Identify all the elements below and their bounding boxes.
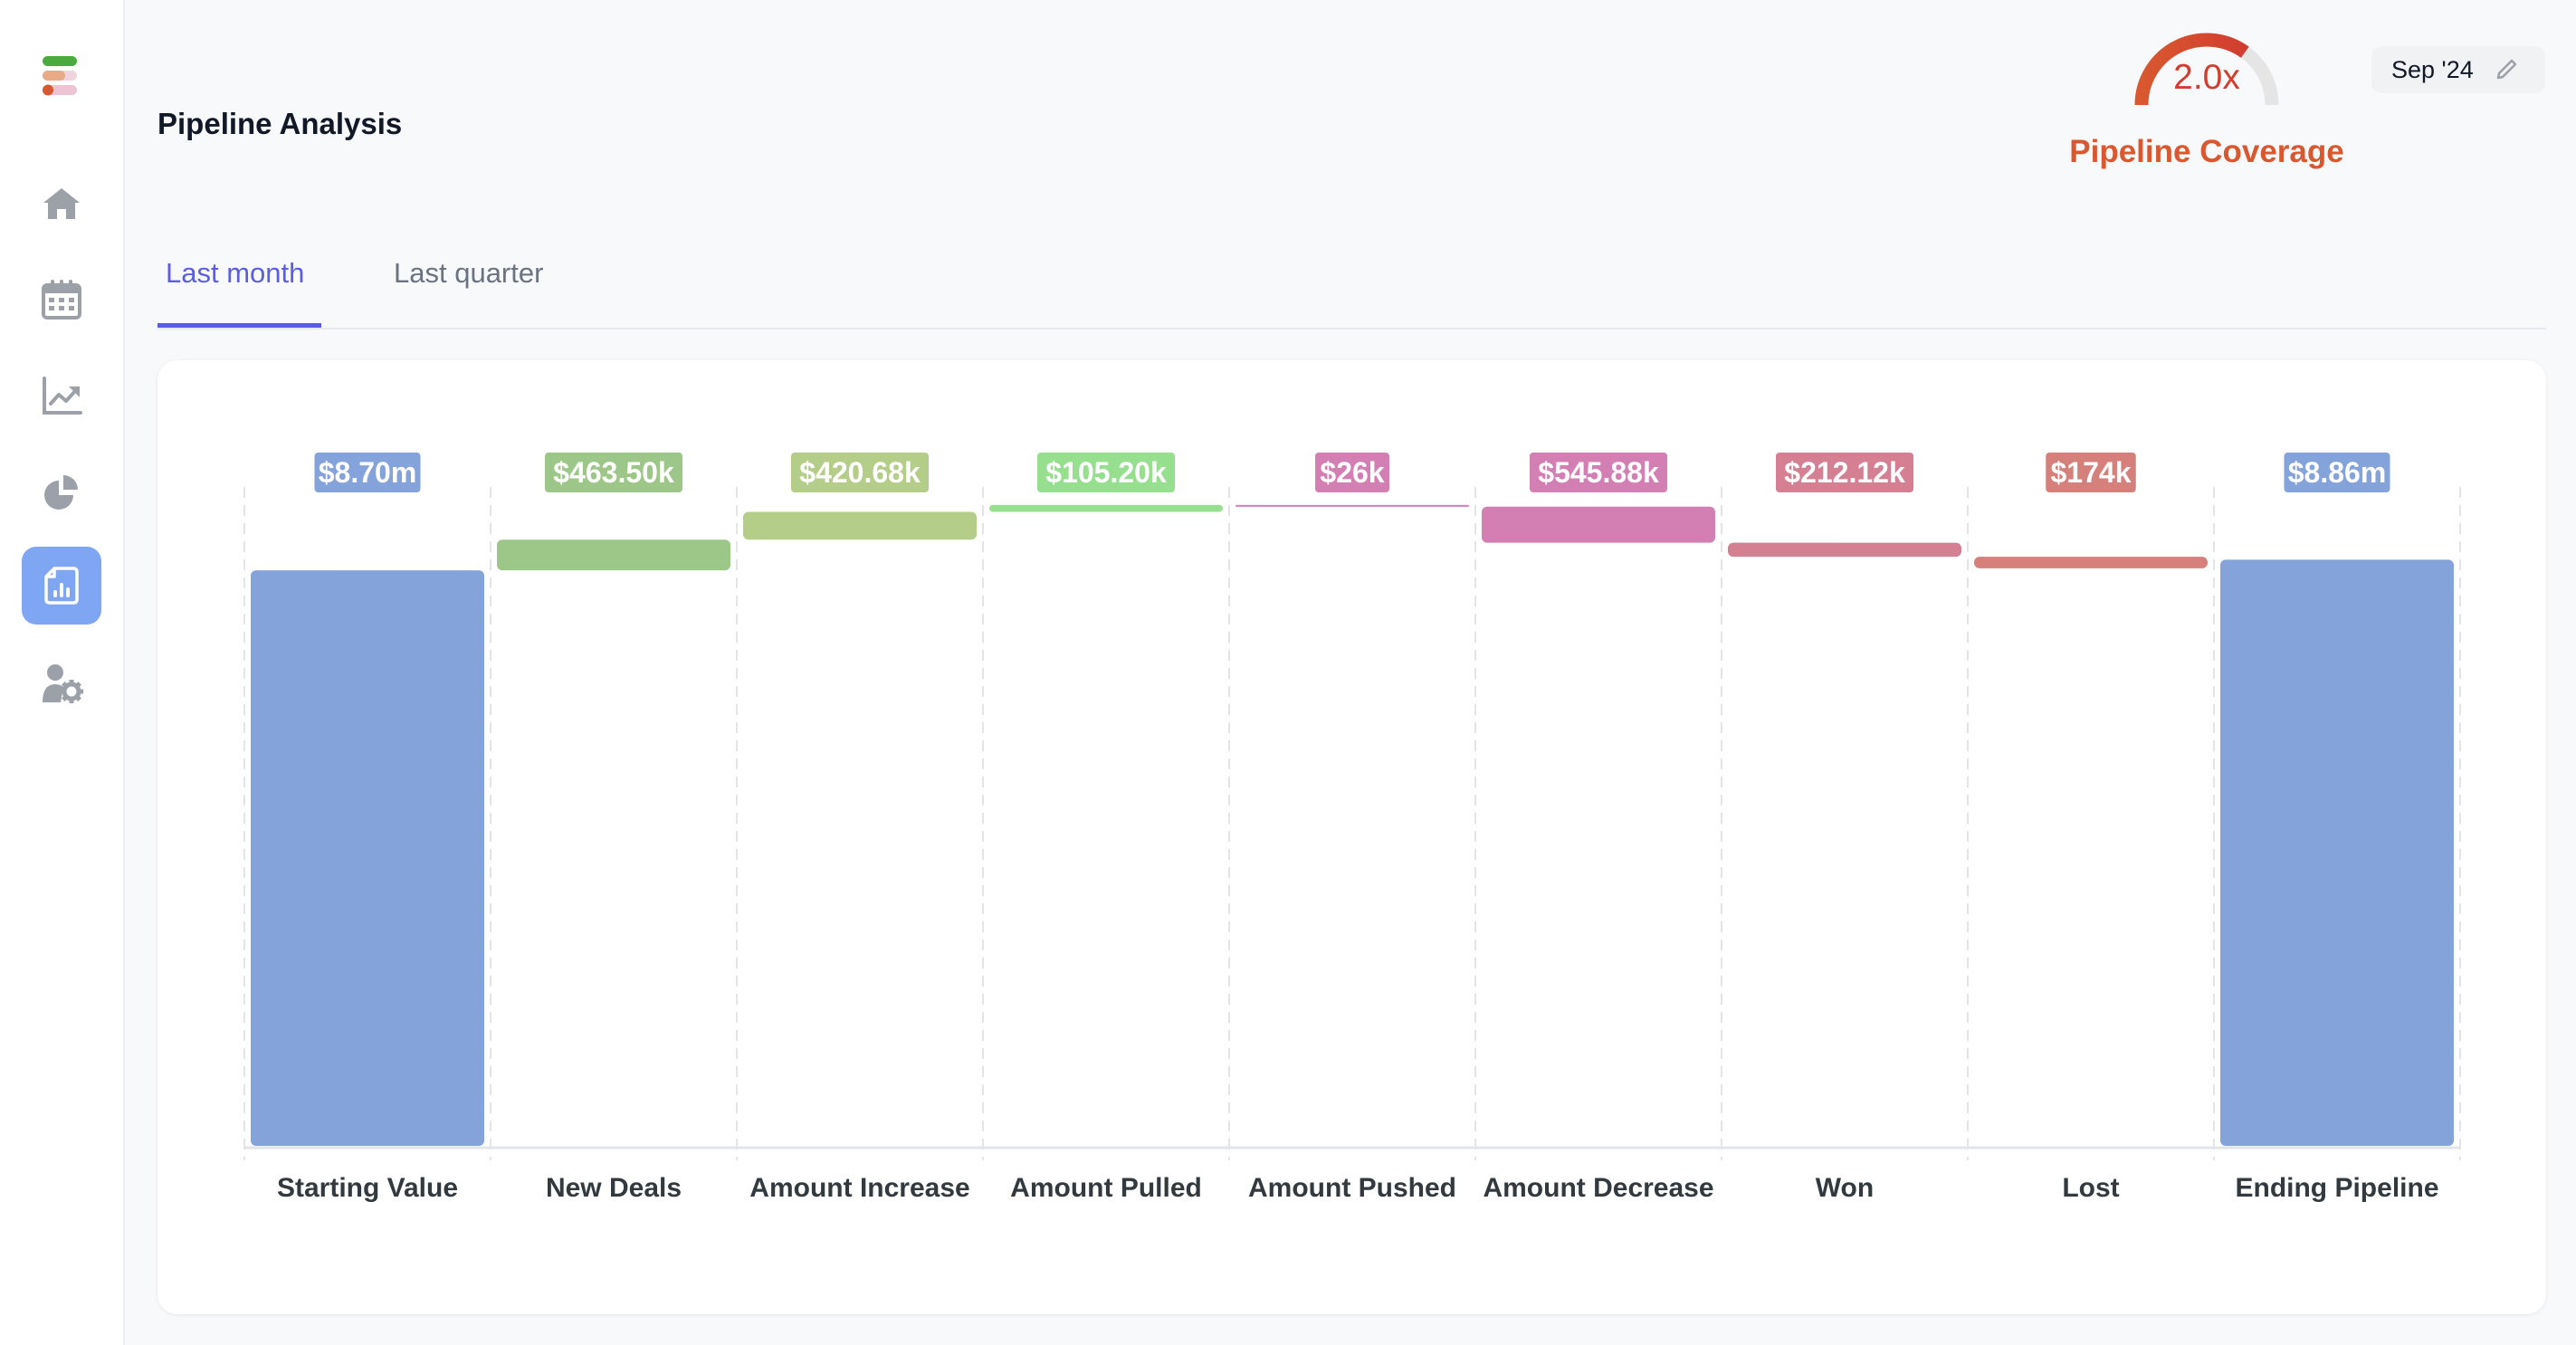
data-label: $545.88k [1538, 456, 1659, 489]
data-label: $8.86m [2288, 456, 2387, 489]
bar-lost [1974, 557, 2208, 568]
tab-last-month[interactable]: Last month [166, 257, 304, 315]
data-label: $420.68k [799, 456, 921, 489]
sidebar-item-calendar[interactable] [22, 260, 101, 338]
report-icon [44, 567, 79, 605]
bar-ending-pipeline [2220, 559, 2454, 1146]
x-axis: Starting Value New Deals Amount Increase Am… [244, 1146, 2460, 1203]
home-icon [43, 188, 80, 219]
calendar-icon [42, 280, 81, 320]
chart-card: $8.70m $463.50k $420.68k $105.20k $26k $545.8… [157, 360, 2546, 1314]
coverage-value: 2.0x [2173, 58, 2240, 97]
sidebar-item-pie[interactable] [22, 452, 101, 529]
bar-won [1728, 542, 1961, 558]
bar-amount-increase [743, 511, 977, 540]
data-label: $105.20k [1045, 456, 1167, 489]
bar-amount-pushed [1236, 504, 1469, 507]
pencil-icon[interactable] [2494, 57, 2519, 82]
trend-chart-icon [43, 377, 82, 415]
coverage-label: Pipeline Coverage [2069, 134, 2344, 169]
x-tick-label: Amount Pulled [1010, 1173, 1202, 1203]
grid-lines [243, 487, 2461, 1160]
period-tabs: Last month Last quarter [157, 244, 2546, 329]
data-label: $174k [2051, 456, 2132, 489]
data-label: $8.70m [319, 456, 417, 489]
bars [251, 504, 2454, 1146]
x-tick-label: Amount Pushed [1248, 1173, 1456, 1203]
sidebar-item-user-settings[interactable] [22, 644, 101, 722]
tab-last-quarter[interactable]: Last quarter [394, 257, 543, 315]
x-tick-label: New Deals [546, 1173, 682, 1203]
active-tab-indicator [157, 323, 321, 328]
x-tick-label: Amount Decrease [1483, 1173, 1713, 1203]
period-selector[interactable]: Sep '24 [2371, 46, 2545, 93]
sidebar-item-reports[interactable] [22, 547, 101, 625]
logo-icon [43, 56, 77, 96]
bar-starting-value [251, 570, 484, 1146]
page-title: Pipeline Analysis [157, 107, 403, 140]
waterfall-chart: $8.70m $463.50k $420.68k $105.20k $26k $545.8… [243, 453, 2461, 1203]
x-tick-label: Won [1816, 1173, 1874, 1203]
x-tick-label: Ending Pipeline [2235, 1173, 2438, 1203]
x-tick-label: Amount Increase [749, 1173, 969, 1203]
data-labels: $8.70m $463.50k $420.68k $105.20k $26k $545.8… [314, 453, 2390, 492]
app-logo[interactable] [43, 54, 79, 98]
data-label: $463.50k [553, 456, 674, 489]
user-settings-icon [43, 664, 83, 703]
bar-new-deals [497, 539, 730, 571]
x-tick-label: Lost [2062, 1173, 2119, 1203]
sidebar-item-home[interactable] [22, 165, 101, 243]
period-label: Sep '24 [2391, 55, 2474, 83]
x-tick-label: Starting Value [277, 1173, 458, 1203]
bar-amount-pulled [989, 504, 1223, 512]
data-label: $212.12k [1784, 456, 1905, 489]
sidebar [0, 0, 125, 1345]
bar-amount-decrease [1482, 506, 1715, 543]
sidebar-item-trends[interactable] [22, 357, 101, 434]
data-label: $26k [1320, 456, 1384, 489]
pie-chart-icon [44, 475, 78, 510]
